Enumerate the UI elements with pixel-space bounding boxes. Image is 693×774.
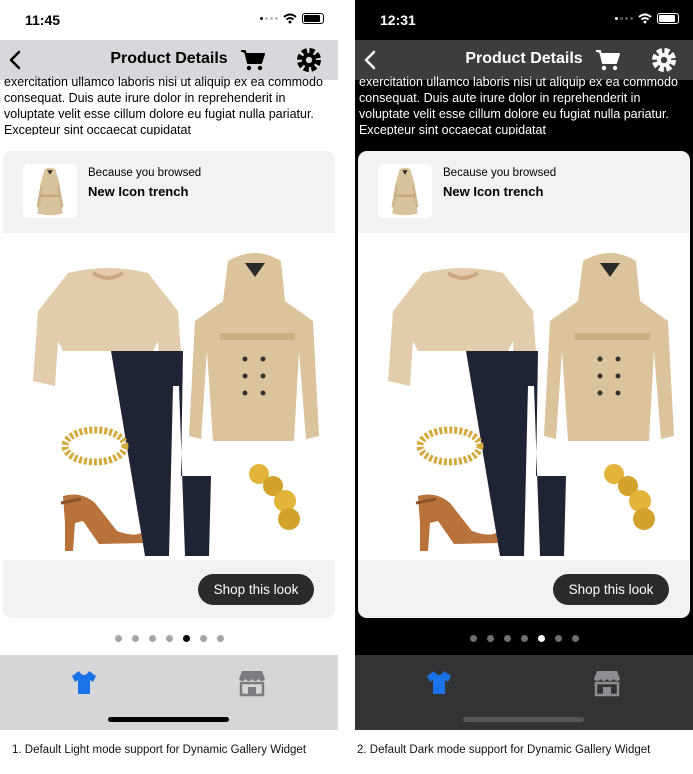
page-title: Product Details: [465, 50, 583, 67]
dark-mode-screen: 12:31 Product Details exercitation ullam…: [355, 0, 693, 730]
page-dot[interactable]: [200, 635, 207, 642]
signal-icon: [615, 17, 633, 20]
browsed-product-name[interactable]: New Icon trench: [443, 184, 543, 199]
tab-bar: [355, 655, 693, 730]
status-icons: [260, 13, 324, 24]
battery-icon: [657, 13, 679, 24]
dynamic-gallery-card: Because you browsed New Icon trench Shop…: [358, 151, 690, 618]
page-indicator[interactable]: [115, 635, 224, 642]
gear-icon[interactable]: [296, 47, 322, 73]
product-thumbnail[interactable]: [378, 164, 432, 218]
page-title: Product Details: [110, 50, 228, 67]
wifi-icon: [638, 13, 652, 24]
page-dot[interactable]: [183, 635, 190, 642]
page-dot[interactable]: [470, 635, 477, 642]
battery-icon: [302, 13, 324, 24]
shop-this-look-button[interactable]: Shop this look: [198, 574, 314, 605]
page-dot[interactable]: [555, 635, 562, 642]
wifi-icon: [283, 13, 297, 24]
product-description: exercitation ullamco laboris nisi ut ali…: [4, 75, 323, 135]
page-dot[interactable]: [217, 635, 224, 642]
page-dot[interactable]: [572, 635, 579, 642]
tab-bar: [0, 655, 338, 730]
dark-mode-caption: 2. Default Dark mode support for Dynamic…: [357, 744, 651, 756]
page-dot[interactable]: [132, 635, 139, 642]
status-bar: 11:45: [0, 0, 338, 40]
page-dot[interactable]: [487, 635, 494, 642]
home-indicator: [108, 717, 229, 722]
page-dot[interactable]: [538, 635, 545, 642]
cart-icon[interactable]: [595, 48, 621, 72]
store-icon[interactable]: [238, 669, 266, 697]
page-dot[interactable]: [166, 635, 173, 642]
shop-this-look-button[interactable]: Shop this look: [553, 574, 669, 605]
product-thumbnail[interactable]: [23, 164, 77, 218]
cart-icon[interactable]: [240, 48, 266, 72]
page-dot[interactable]: [504, 635, 511, 642]
light-mode-caption: 1. Default Light mode support for Dynami…: [12, 744, 307, 756]
outfit-look-image[interactable]: [358, 233, 690, 560]
outfit-look-image[interactable]: [3, 233, 335, 560]
signal-icon: [260, 17, 278, 20]
shirt-icon[interactable]: [425, 669, 453, 695]
home-indicator: [463, 717, 584, 722]
because-you-browsed-label: Because you browsed: [443, 167, 557, 179]
gear-icon[interactable]: [651, 47, 677, 73]
status-icons: [615, 13, 679, 24]
shirt-icon[interactable]: [70, 669, 98, 695]
light-mode-screen: 11:45 Product Details exercitation ullam…: [0, 0, 338, 730]
browsed-product-name[interactable]: New Icon trench: [88, 184, 188, 199]
status-time: 12:31: [380, 12, 416, 28]
status-time: 11:45: [25, 12, 61, 28]
page-dot[interactable]: [115, 635, 122, 642]
page-indicator[interactable]: [470, 635, 579, 642]
page-dot[interactable]: [149, 635, 156, 642]
product-description: exercitation ullamco laboris nisi ut ali…: [359, 75, 678, 135]
page-dot[interactable]: [521, 635, 528, 642]
status-bar: 12:31: [355, 0, 693, 40]
dynamic-gallery-card: Because you browsed New Icon trench Shop…: [3, 151, 335, 618]
because-you-browsed-label: Because you browsed: [88, 167, 202, 179]
store-icon[interactable]: [593, 669, 621, 697]
